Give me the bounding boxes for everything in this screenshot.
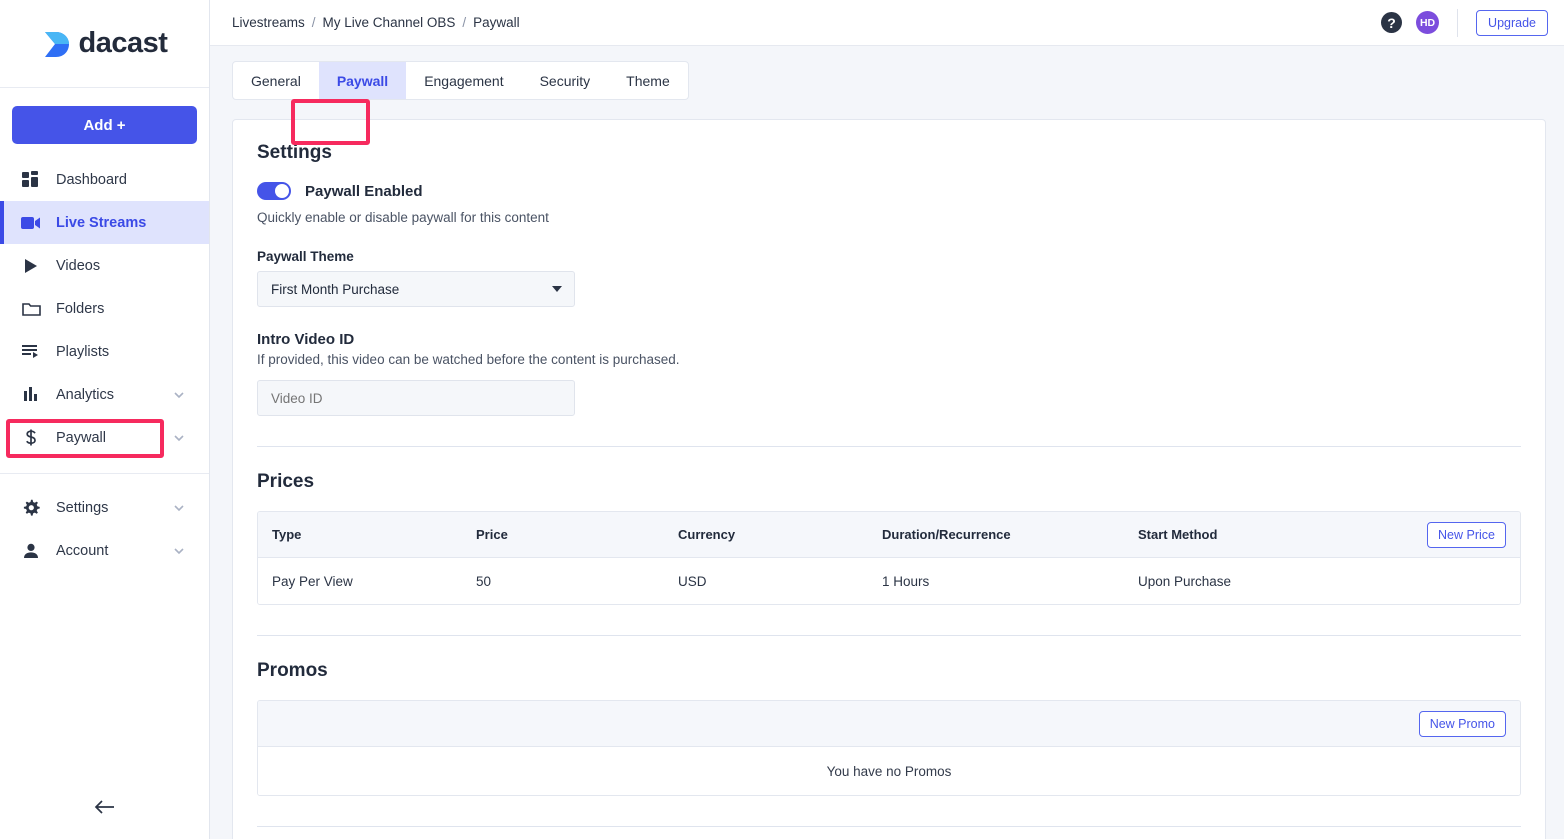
- logo-text: dacast: [78, 27, 168, 59]
- new-price-button[interactable]: New Price: [1427, 521, 1506, 548]
- sidebar-item-label: Settings: [56, 499, 109, 516]
- topbar: Livestreams / My Live Channel OBS / Payw…: [210, 0, 1564, 46]
- cell-type: Pay Per View: [272, 573, 353, 589]
- grid-icon: [20, 169, 42, 191]
- column-header-start-method: Start Method: [1138, 527, 1218, 542]
- cell-price: 50: [476, 573, 492, 589]
- paywall-enabled-label: Paywall Enabled: [305, 182, 423, 200]
- breadcrumb-item-paywall[interactable]: Paywall: [473, 15, 520, 30]
- sidebar-divider: [0, 473, 209, 474]
- sidebar-item-label: Dashboard: [56, 171, 127, 188]
- dollar-icon: [20, 427, 42, 449]
- playlist-icon: [20, 341, 42, 363]
- paywall-settings-card: Settings Paywall Enabled Quickly enable …: [232, 119, 1546, 839]
- video-camera-icon: [20, 212, 42, 234]
- tab-paywall[interactable]: Paywall: [318, 62, 407, 99]
- help-icon[interactable]: ?: [1381, 12, 1403, 33]
- gear-icon: [20, 497, 42, 519]
- add-button[interactable]: Add +: [12, 106, 197, 144]
- tab-general[interactable]: General: [233, 62, 319, 99]
- logo[interactable]: dacast: [0, 0, 209, 88]
- column-header-price: Price: [476, 527, 508, 542]
- sidebar-item-label: Live Streams: [56, 214, 147, 231]
- breadcrumb-separator: /: [311, 15, 316, 30]
- chevron-down-icon[interactable]: [173, 545, 185, 557]
- chevron-down-icon: [552, 286, 562, 292]
- sidebar-item-label: Folders: [56, 300, 105, 317]
- paywall-enabled-toggle[interactable]: [257, 182, 291, 200]
- content-scroll[interactable]: Settings Paywall Enabled Quickly enable …: [210, 100, 1564, 839]
- tab-theme[interactable]: Theme: [608, 62, 688, 99]
- bar-chart-icon: [20, 384, 42, 406]
- section-divider: [257, 635, 1521, 636]
- table-row[interactable]: Pay Per View 50 USD 1 Hours Upon Purchas…: [258, 558, 1520, 604]
- paywall-theme-select[interactable]: First Month Purchase: [257, 271, 575, 307]
- topbar-divider: [1457, 8, 1459, 37]
- arrow-left-icon: [94, 799, 116, 820]
- chevron-down-icon[interactable]: [173, 432, 185, 444]
- paywall-enabled-hint: Quickly enable or disable paywall for th…: [257, 210, 549, 225]
- avatar[interactable]: HD: [1416, 11, 1440, 34]
- section-divider: [257, 446, 1521, 447]
- dacast-logo-icon: [42, 28, 72, 60]
- sidebar-item-account[interactable]: Account: [0, 529, 209, 572]
- prices-section-title: Prices: [257, 471, 315, 492]
- sidebar-item-label: Playlists: [56, 343, 110, 360]
- topbar-actions: ? HD Upgrade: [1381, 8, 1548, 37]
- play-icon: [20, 255, 42, 277]
- sidebar-item-playlists[interactable]: Playlists: [0, 330, 209, 373]
- breadcrumb: Livestreams / My Live Channel OBS / Payw…: [232, 15, 520, 30]
- prices-table-header: Type Price Currency Duration/Recurrence …: [258, 512, 1520, 558]
- promos-empty-state: You have no Promos: [258, 747, 1520, 795]
- section-divider: [257, 826, 1521, 827]
- app-root: dacast Add + Dashboard Live Streams Vide…: [0, 0, 1564, 839]
- intro-video-id-hint: If provided, this video can be watched b…: [257, 352, 680, 367]
- upgrade-button[interactable]: Upgrade: [1476, 9, 1548, 36]
- sidebar: dacast Add + Dashboard Live Streams Vide…: [0, 0, 210, 839]
- chevron-down-icon[interactable]: [173, 389, 185, 401]
- sidebar-item-label: Videos: [56, 257, 101, 274]
- sidebar-item-folders[interactable]: Folders: [0, 287, 209, 330]
- tab-engagement[interactable]: Engagement: [406, 62, 521, 99]
- cell-duration: 1 Hours: [882, 573, 930, 589]
- breadcrumb-item-livestreams[interactable]: Livestreams: [232, 15, 305, 30]
- intro-video-id-input[interactable]: [257, 380, 575, 416]
- settings-section-title: Settings: [257, 142, 332, 163]
- column-header-duration: Duration/Recurrence: [882, 527, 1011, 542]
- column-header-type: Type: [272, 527, 302, 542]
- toggle-knob: [275, 184, 289, 198]
- tab-security[interactable]: Security: [522, 62, 609, 99]
- sidebar-item-paywall[interactable]: Paywall: [0, 416, 209, 459]
- column-header-currency: Currency: [678, 527, 736, 542]
- breadcrumb-separator: /: [462, 15, 467, 30]
- promos-table: New Promo You have no Promos: [257, 700, 1521, 796]
- person-icon: [20, 540, 42, 562]
- sidebar-item-videos[interactable]: Videos: [0, 244, 209, 287]
- chevron-down-icon[interactable]: [173, 502, 185, 514]
- paywall-enabled-row: Paywall Enabled: [257, 182, 1521, 200]
- cell-currency: USD: [678, 573, 707, 589]
- prices-table: Type Price Currency Duration/Recurrence …: [257, 511, 1521, 605]
- paywall-theme-label: Paywall Theme: [257, 249, 354, 264]
- sidebar-item-dashboard[interactable]: Dashboard: [0, 158, 209, 201]
- sidebar-item-analytics[interactable]: Analytics: [0, 373, 209, 416]
- promos-table-header: New Promo: [258, 701, 1520, 747]
- main-area: Livestreams / My Live Channel OBS / Payw…: [210, 0, 1564, 839]
- tabstrip-wrapper: General Paywall Engagement Security Them…: [210, 46, 1564, 145]
- paywall-theme-value: First Month Purchase: [271, 281, 400, 297]
- sidebar-nav: Dashboard Live Streams Videos Folders Pl…: [0, 158, 209, 572]
- sidebar-item-live-streams[interactable]: Live Streams: [0, 201, 209, 244]
- sidebar-item-settings[interactable]: Settings: [0, 486, 209, 529]
- promos-section-title: Promos: [257, 660, 328, 681]
- sidebar-item-label: Paywall: [56, 429, 106, 446]
- cell-start-method: Upon Purchase: [1138, 573, 1232, 589]
- new-promo-button[interactable]: New Promo: [1418, 710, 1506, 737]
- breadcrumb-item-channel[interactable]: My Live Channel OBS: [323, 15, 456, 30]
- collapse-sidebar-button[interactable]: [0, 779, 210, 839]
- intro-video-id-label: Intro Video ID: [257, 331, 355, 348]
- sidebar-item-label: Account: [56, 542, 109, 559]
- tabstrip: General Paywall Engagement Security Them…: [232, 61, 689, 100]
- sidebar-item-label: Analytics: [56, 386, 115, 403]
- folder-icon: [20, 298, 42, 320]
